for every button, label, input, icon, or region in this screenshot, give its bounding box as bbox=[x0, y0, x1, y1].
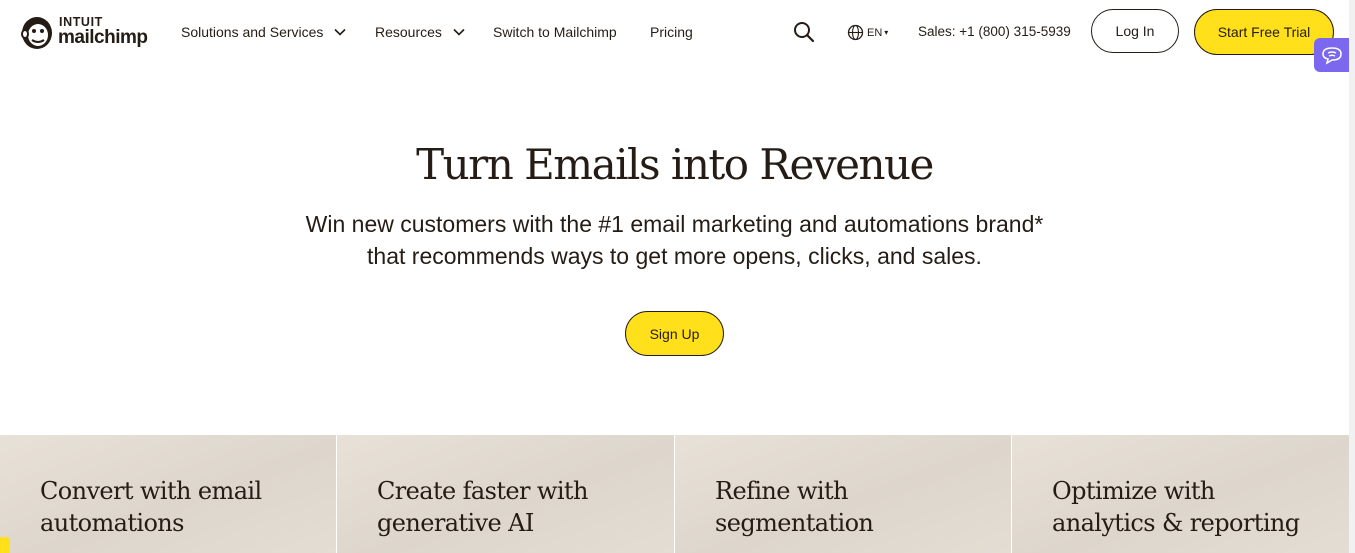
nav-item-switch[interactable]: Switch to Mailchimp bbox=[493, 24, 617, 40]
card-title-line: automations bbox=[40, 509, 184, 537]
chevron-down-icon bbox=[334, 28, 346, 36]
nav-item-pricing[interactable]: Pricing bbox=[650, 24, 693, 40]
sales-phone[interactable]: Sales: +1 (800) 315-5939 bbox=[918, 24, 1071, 39]
nav-item-resources[interactable]: Resources bbox=[375, 24, 466, 40]
sign-up-button[interactable]: Sign Up bbox=[625, 311, 724, 356]
feature-cards: Convert with email automations Create fa… bbox=[0, 435, 1349, 553]
nav-item-label: Switch to Mailchimp bbox=[493, 24, 617, 40]
feature-card-title: Refine with segmentation bbox=[715, 475, 874, 539]
card-title-line: segmentation bbox=[715, 509, 874, 537]
globe-icon bbox=[847, 24, 864, 41]
feature-card-automations[interactable]: Convert with email automations bbox=[0, 435, 336, 553]
assistant-chat-icon bbox=[1321, 47, 1342, 65]
page-scrollbar[interactable] bbox=[1349, 0, 1355, 553]
feature-card-generative-ai[interactable]: Create faster with generative AI bbox=[337, 435, 674, 553]
language-caret: ▾ bbox=[884, 28, 889, 37]
hero-subtitle-line: that recommends ways to get more opens, … bbox=[367, 243, 982, 269]
nav-item-solutions[interactable]: Solutions and Services bbox=[181, 24, 347, 40]
card-title-line: Convert with email bbox=[40, 477, 262, 505]
brand-name-text: mailchimp bbox=[58, 27, 148, 48]
chevron-down-icon bbox=[453, 28, 465, 36]
nav-item-label: Solutions and Services bbox=[181, 24, 324, 40]
card-title-line: analytics & reporting bbox=[1052, 509, 1300, 537]
feature-card-analytics[interactable]: Optimize with analytics & reporting bbox=[1012, 435, 1349, 553]
feature-card-title: Optimize with analytics & reporting bbox=[1052, 475, 1300, 539]
card-title-line: Optimize with bbox=[1052, 477, 1215, 505]
language-selector[interactable]: EN ▾ bbox=[847, 24, 888, 41]
hero-title: Turn Emails into Revenue bbox=[416, 140, 934, 189]
feedback-tab[interactable] bbox=[0, 537, 10, 553]
mailchimp-logo-icon bbox=[21, 17, 52, 49]
hero-subtitle-line: Win new customers with the #1 email mark… bbox=[305, 211, 1044, 237]
card-title-line: generative AI bbox=[377, 509, 534, 537]
assistant-chat-button[interactable] bbox=[1314, 38, 1349, 72]
site-header: INTUIT mailchimp Solutions and Services … bbox=[0, 0, 1349, 64]
hero-subtitle: Win new customers with the #1 email mark… bbox=[0, 208, 1349, 272]
search-icon[interactable] bbox=[793, 21, 815, 43]
mailchimp-logo[interactable]: INTUIT mailchimp bbox=[17, 12, 157, 52]
feature-card-title: Create faster with generative AI bbox=[377, 475, 588, 539]
feature-card-segmentation[interactable]: Refine with segmentation bbox=[675, 435, 1011, 553]
login-button[interactable]: Log In bbox=[1091, 9, 1179, 53]
feature-card-title: Convert with email automations bbox=[40, 475, 262, 539]
nav-item-label: Resources bbox=[375, 24, 442, 40]
nav-item-label: Pricing bbox=[650, 24, 693, 40]
start-free-trial-button[interactable]: Start Free Trial bbox=[1194, 9, 1334, 55]
language-code: EN bbox=[867, 26, 883, 39]
card-title-line: Refine with bbox=[715, 477, 848, 505]
card-title-line: Create faster with bbox=[377, 477, 588, 505]
